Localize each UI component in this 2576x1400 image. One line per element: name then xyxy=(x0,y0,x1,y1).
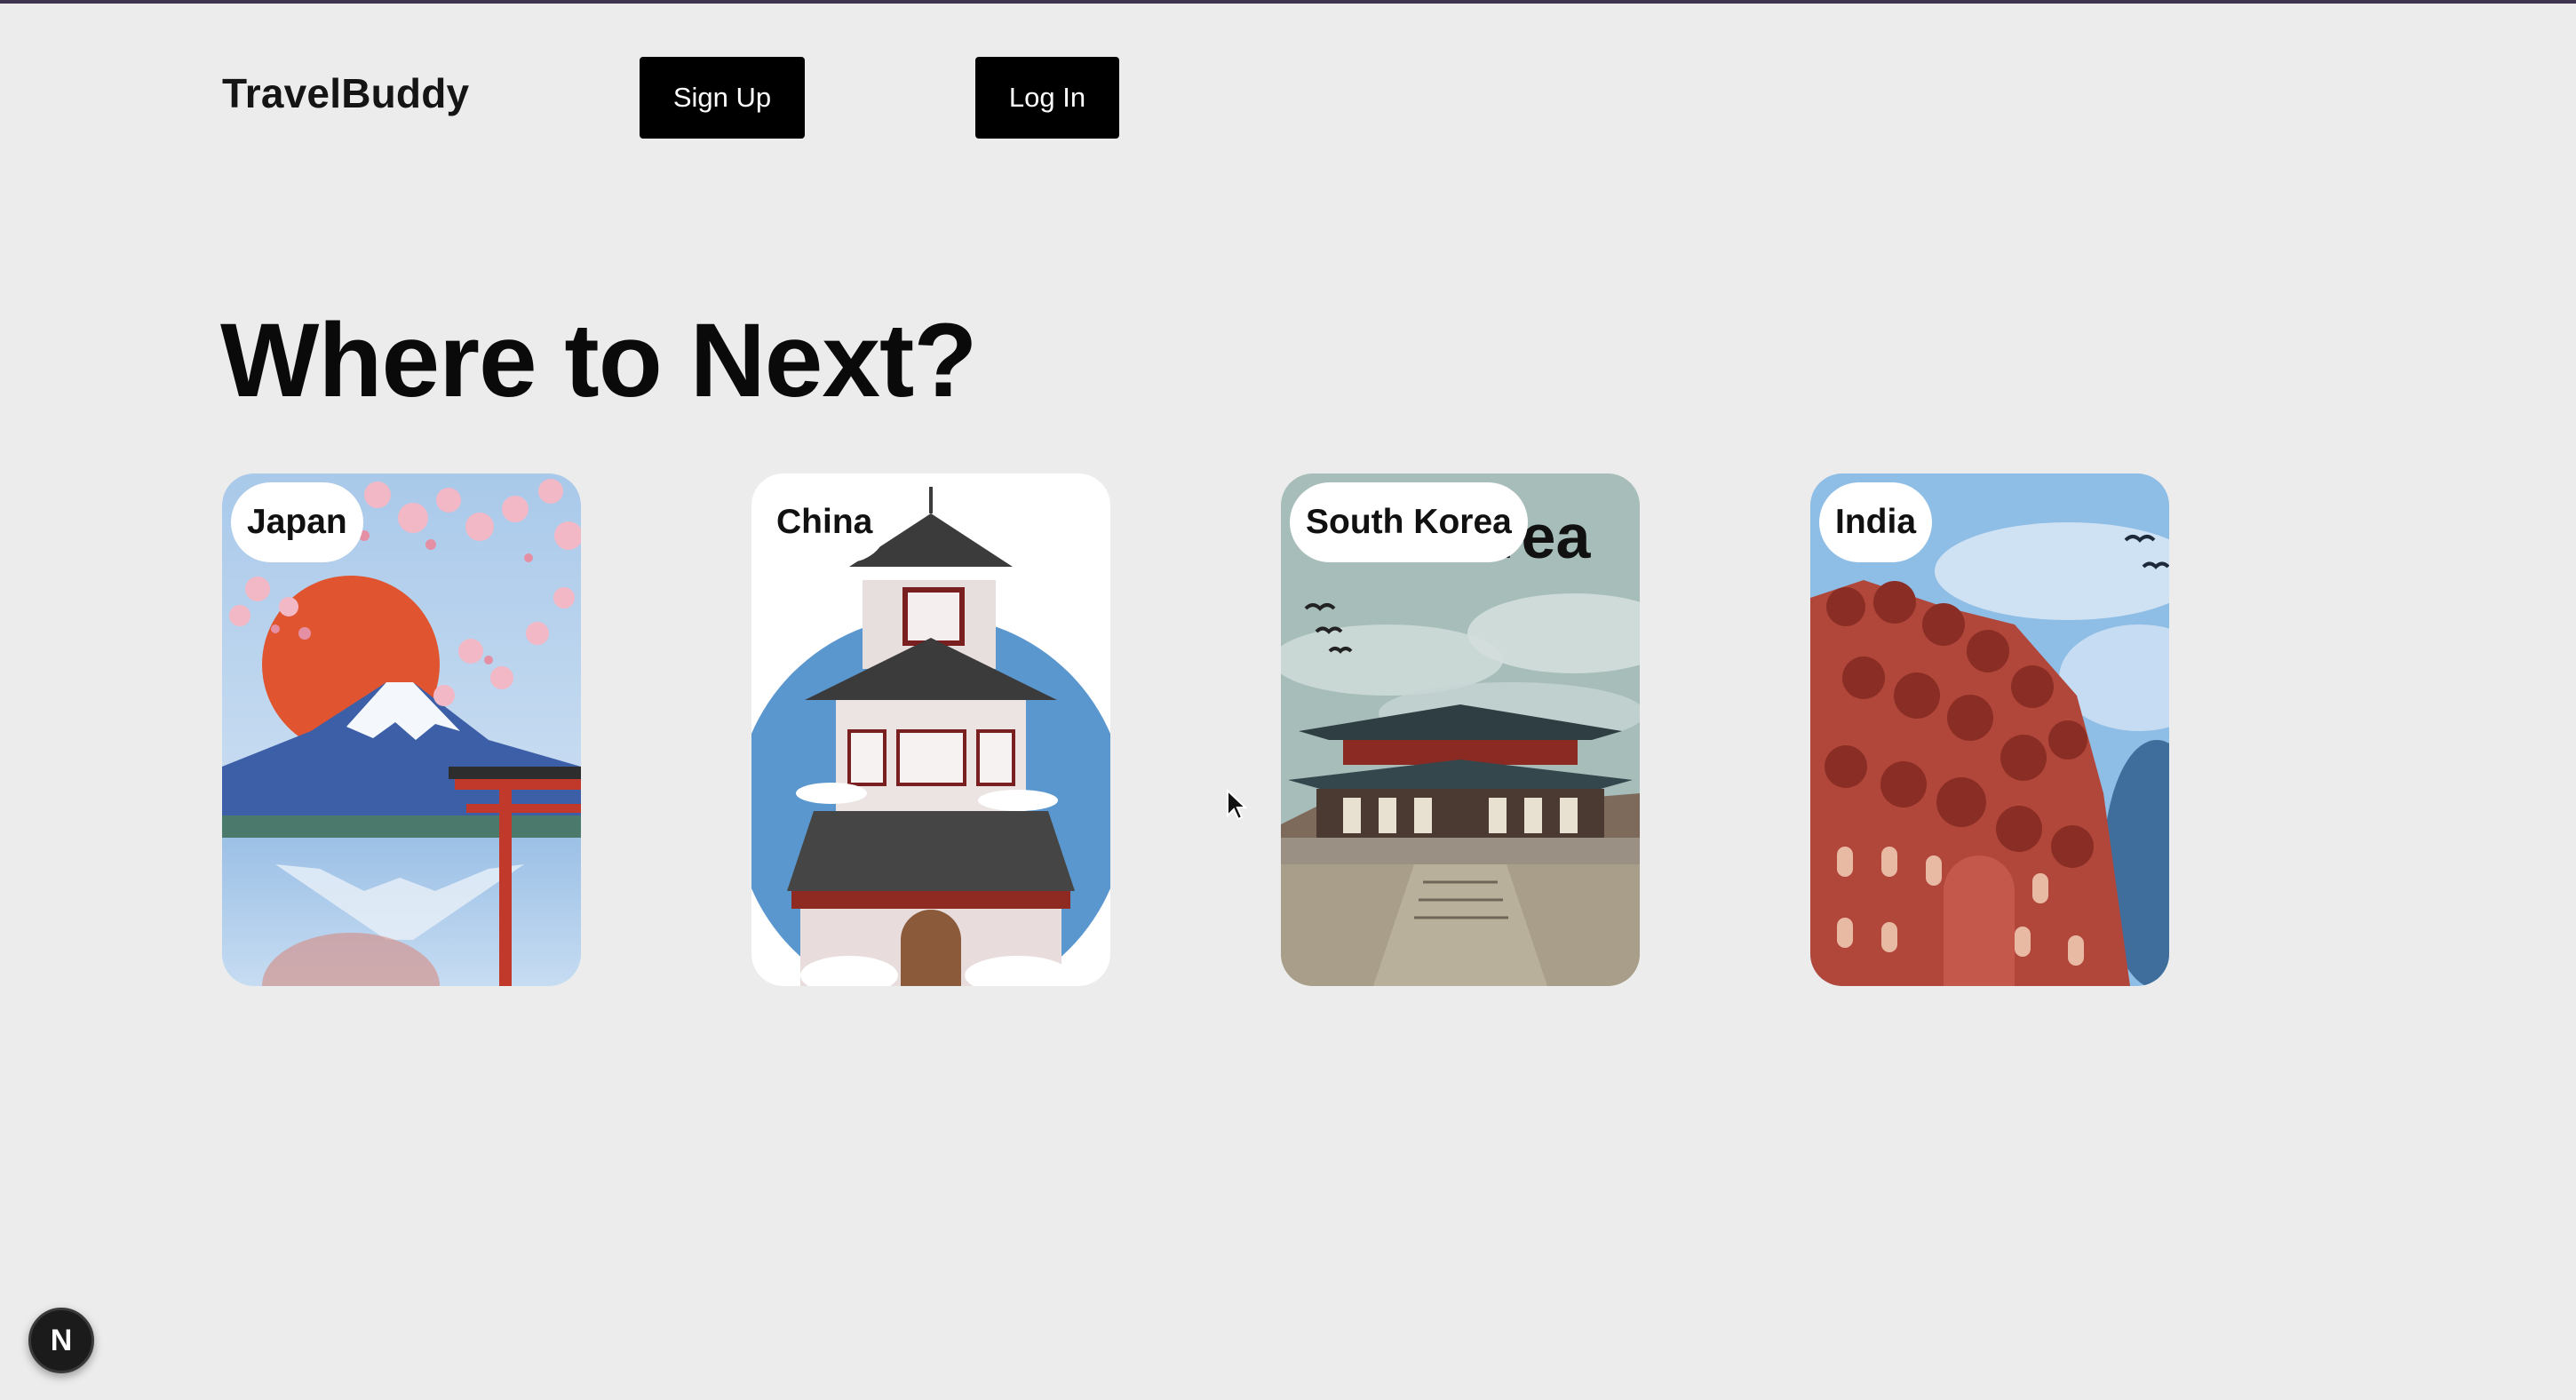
brand-logo[interactable]: TravelBuddy xyxy=(222,69,469,117)
destination-card-india[interactable]: India xyxy=(1810,473,2169,986)
log-in-button[interactable]: Log In xyxy=(975,57,1119,139)
destination-label-south-korea: South Korea xyxy=(1290,482,1528,562)
destination-card-china[interactable]: China xyxy=(751,473,1110,986)
sign-up-button[interactable]: Sign Up xyxy=(640,57,805,139)
destination-label-japan: Japan xyxy=(231,482,363,562)
window-top-border xyxy=(0,0,2576,4)
mouse-pointer-icon xyxy=(1227,789,1247,821)
destination-label-china: China xyxy=(760,482,889,562)
destination-label-india: India xyxy=(1819,482,1933,562)
destination-card-japan[interactable]: Japan xyxy=(222,473,581,986)
destination-card-south-korea[interactable]: Korea South Korea xyxy=(1281,473,1640,986)
dev-tools-badge[interactable]: N xyxy=(28,1308,94,1373)
page-title: Where to Next? xyxy=(220,302,977,419)
